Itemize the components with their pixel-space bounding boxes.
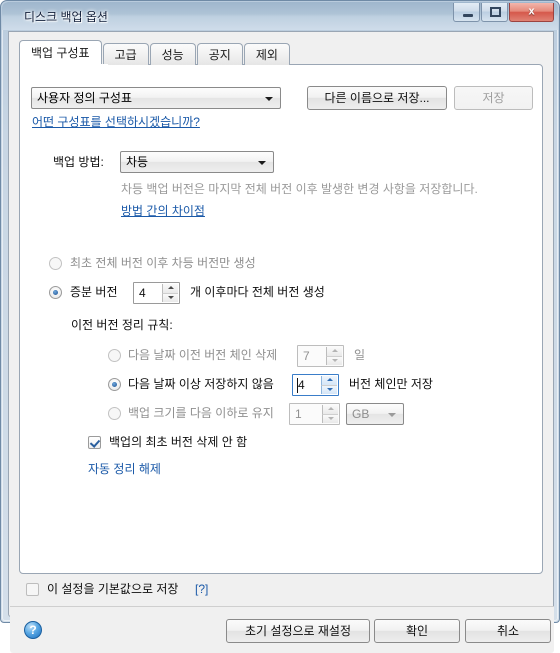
chevron-down-icon <box>388 413 396 417</box>
spinner-down-button[interactable] <box>322 414 338 423</box>
chevron-down-icon <box>167 295 174 299</box>
chevron-up-icon <box>331 349 338 353</box>
spinner-down-button[interactable] <box>326 356 342 365</box>
title-bar[interactable]: 디스크 백업 옵션 x <box>2 2 558 30</box>
minimize-icon <box>463 14 473 17</box>
backup-size-unit-combobox[interactable]: GB <box>346 403 404 425</box>
spinner-up-button[interactable] <box>326 347 342 357</box>
keep-first-version-label: 백업의 최초 버전 삭제 안 함 <box>109 435 248 449</box>
tab-label: 공지 <box>208 48 231 62</box>
scheme-combobox[interactable]: 사용자 정의 구성표 <box>31 87 281 109</box>
help-icon[interactable]: ? <box>24 621 42 639</box>
chevron-up-icon <box>326 378 333 382</box>
spinner-up-button[interactable] <box>162 284 178 294</box>
close-icon: x <box>528 5 535 18</box>
radio-store-no-more-than[interactable] <box>108 378 121 391</box>
spinner-down-button[interactable] <box>321 385 337 394</box>
spinner-down-button[interactable] <box>162 293 178 302</box>
scheme-help-link[interactable]: 어떤 구성표를 선택하시겠습니까? <box>32 115 200 130</box>
default-help-marker[interactable]: [?] <box>195 582 208 597</box>
spinner-buttons[interactable] <box>322 405 338 423</box>
spinner-up-button[interactable] <box>322 405 338 415</box>
dialog-body: 백업 구성표 고급 성능 공지 제외 사용자 정의 구성표 다른 이름으로 저장… <box>8 31 554 653</box>
incremental-count-spinner[interactable]: 4 <box>133 282 180 304</box>
tab-label: 고급 <box>114 48 137 62</box>
close-button[interactable]: x <box>509 3 554 22</box>
chevron-down-icon <box>258 161 266 165</box>
radio-store-no-more-than-label: 다음 날짜 이상 저장하지 않음 <box>128 377 274 391</box>
delete-chain-days-spinner[interactable]: 7 <box>297 345 344 367</box>
tab-label: 성능 <box>161 48 184 62</box>
backup-size-value: 1 <box>295 407 302 421</box>
spinner-up-button[interactable] <box>321 376 337 386</box>
incremental-count-value: 4 <box>139 286 146 300</box>
chevron-down-icon <box>326 387 333 391</box>
restore-button[interactable] <box>481 3 508 22</box>
disable-autoclean-link[interactable]: 자동 정리 해제 <box>88 462 161 477</box>
save-as-default-checkbox[interactable] <box>26 583 39 596</box>
save-as-default-label: 이 설정을 기본값으로 저장 <box>47 582 179 596</box>
cleanup-rules-title: 이전 버전 정리 규칙: <box>71 318 173 332</box>
backup-method-combobox[interactable]: 차등 <box>120 151 274 173</box>
delete-chain-days-unit: 일 <box>354 348 366 362</box>
tab-notifications[interactable]: 공지 <box>196 43 243 65</box>
window-controls: x <box>452 3 554 23</box>
store-chains-spinner[interactable]: 4 <box>292 374 339 396</box>
footer-bar: ? 초기 설정으로 재설정 확인 취소 <box>10 606 554 653</box>
tab-strip: 백업 구성표 고급 성능 공지 제외 <box>19 40 291 65</box>
backup-method-description: 차등 백업 버전은 마지막 전체 버전 이후 발생한 변경 사항을 저장합니다. <box>121 182 478 196</box>
chevron-down-icon <box>327 416 334 420</box>
tab-panel-seam <box>20 64 108 66</box>
radio-differential-only-label: 최초 전체 버전 이후 차등 버전만 생성 <box>70 256 256 270</box>
tab-backup-scheme[interactable]: 백업 구성표 <box>19 40 102 65</box>
dialog-window: 디스크 백업 옵션 x 백업 구성표 고급 성능 공지 제외 사용자 정의 구성… <box>0 0 560 653</box>
radio-keep-backup-size-under-label: 백업 크기를 다음 이하로 유지 <box>128 406 274 420</box>
radio-incremental-label-suffix: 개 이후마다 전체 버전 생성 <box>190 285 325 299</box>
radio-delete-chain-older-than[interactable] <box>108 349 121 362</box>
method-difference-link[interactable]: 방법 간의 차이점 <box>121 204 205 219</box>
spinner-buttons[interactable] <box>321 376 337 394</box>
store-chains-value: 4 <box>298 378 305 392</box>
backup-size-spinner[interactable]: 1 <box>289 403 340 425</box>
store-chains-unit: 버전 체인만 저장 <box>349 377 433 391</box>
radio-delete-chain-older-than-label: 다음 날짜 이전 버전 체인 삭제 <box>128 348 278 362</box>
tab-label: 제외 <box>255 48 278 62</box>
minimize-button[interactable] <box>453 3 480 22</box>
radio-differential-only[interactable] <box>49 257 62 270</box>
tab-advanced[interactable]: 고급 <box>102 43 149 65</box>
save-button: 저장 <box>454 86 533 110</box>
chevron-down-icon <box>331 358 338 362</box>
chevron-down-icon <box>265 97 273 101</box>
spinner-buttons[interactable] <box>162 284 178 302</box>
radio-keep-backup-size-under[interactable] <box>108 407 121 420</box>
tab-panel: 사용자 정의 구성표 다른 이름으로 저장... 저장 어떤 구성표를 선택하시… <box>19 64 543 574</box>
scheme-combobox-value: 사용자 정의 구성표 <box>37 91 132 105</box>
delete-chain-days-value: 7 <box>303 349 310 363</box>
chevron-up-icon <box>167 286 174 290</box>
backup-method-label: 백업 방법: <box>53 155 104 169</box>
radio-incremental[interactable] <box>49 286 62 299</box>
tab-label: 백업 구성표 <box>31 46 90 60</box>
save-as-button[interactable]: 다른 이름으로 저장... <box>307 86 447 110</box>
tab-performance[interactable]: 성능 <box>149 43 196 65</box>
window-title: 디스크 백업 옵션 <box>24 10 108 24</box>
chevron-up-icon <box>327 407 334 411</box>
spinner-buttons[interactable] <box>326 347 342 365</box>
restore-icon <box>490 7 501 17</box>
tab-exclusions[interactable]: 제외 <box>243 43 290 65</box>
backup-size-unit-value: GB <box>352 407 370 421</box>
keep-first-version-checkbox[interactable] <box>88 436 101 449</box>
radio-incremental-label-prefix: 증분 버전 <box>70 285 118 299</box>
backup-method-value: 차등 <box>126 155 149 169</box>
